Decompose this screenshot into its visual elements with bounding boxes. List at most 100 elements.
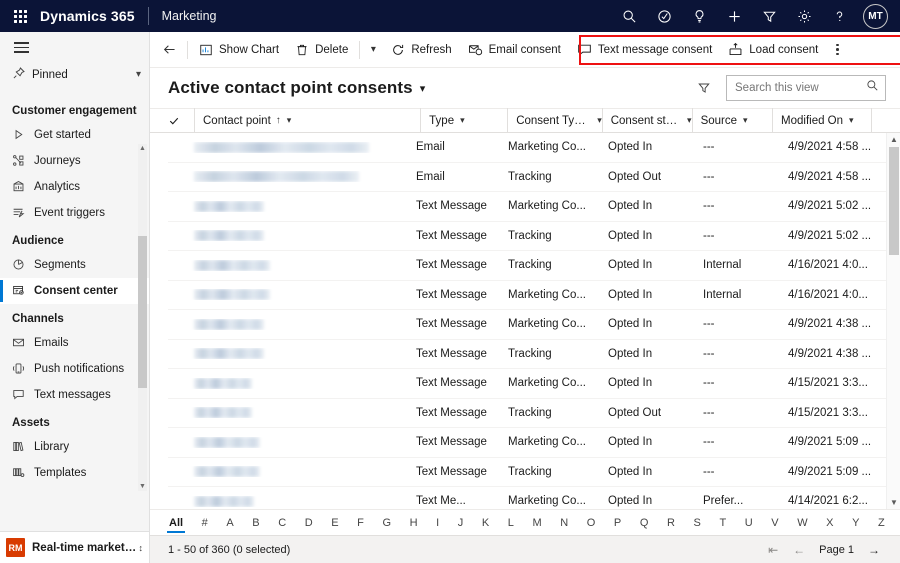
chevron-down-icon[interactable]: ▾ (743, 115, 748, 126)
sidebar-item-journeys[interactable]: Journeys (0, 148, 149, 174)
alpha-filter-k[interactable]: K (481, 514, 490, 532)
select-all-checkbox[interactable] (168, 115, 194, 127)
alpha-filter-u[interactable]: U (744, 514, 754, 532)
table-row[interactable]: Text Message Tracking Opted In --- 4/9/2021 … (168, 340, 900, 369)
gear-icon[interactable] (787, 0, 822, 32)
sidebar-pinned-section[interactable]: Pinned ▾ (0, 62, 149, 88)
scroll-up-icon[interactable]: ▲ (138, 144, 147, 153)
alpha-filter-w[interactable]: W (796, 514, 808, 532)
column-header-modified-on[interactable]: Modified On ▾ (772, 108, 871, 133)
table-row[interactable]: Text Message Marketing Co... Opted In --- 4/… (168, 428, 900, 458)
cell-contact-point[interactable] (168, 259, 408, 271)
grid-scrollbar-thumb[interactable] (889, 147, 899, 255)
sidebar-item-event-triggers[interactable]: Event triggers (0, 200, 149, 226)
first-page-button[interactable]: ⇤ (761, 539, 785, 561)
focus-assist-icon[interactable] (647, 0, 682, 32)
chevron-down-icon[interactable]: ▾ (420, 82, 426, 95)
alpha-filter-g[interactable]: G (381, 514, 392, 532)
new-icon[interactable] (717, 0, 752, 32)
brand-title[interactable]: Dynamics 365 (40, 8, 148, 24)
cell-contact-point[interactable] (168, 436, 408, 448)
funnel-icon[interactable] (752, 0, 787, 32)
help-icon[interactable] (822, 0, 857, 32)
cell-contact-point[interactable] (168, 466, 408, 478)
app-launcher-icon[interactable] (0, 9, 40, 23)
email-consent-button[interactable]: Email consent (460, 35, 569, 65)
table-row[interactable]: Text Message Tracking Opted In Internal 4/16… (168, 251, 900, 281)
sidebar-collapse-icon[interactable] (0, 32, 149, 62)
lightbulb-icon[interactable] (682, 0, 717, 32)
chevron-down-icon[interactable]: ▾ (849, 115, 854, 126)
column-header-source[interactable]: Source ▾ (691, 108, 772, 133)
more-commands-button[interactable] (826, 35, 848, 65)
scroll-down-icon[interactable]: ▼ (887, 496, 900, 509)
sidebar-item-push-notifications[interactable]: Push notifications (0, 356, 149, 382)
cell-contact-point[interactable] (168, 141, 408, 153)
table-row[interactable]: Text Message Marketing Co... Opted In --- 4/… (168, 310, 900, 340)
alpha-filter-r[interactable]: R (666, 514, 676, 532)
search-box[interactable] (726, 75, 886, 101)
search-icon[interactable] (612, 0, 647, 32)
previous-page-button[interactable]: ← (787, 539, 811, 561)
alpha-filter-j[interactable]: J (457, 514, 465, 532)
table-row[interactable]: Text Message Marketing Co... Opted In --- 4/… (168, 369, 900, 399)
alpha-filter-z[interactable]: Z (877, 514, 886, 532)
cell-contact-point[interactable] (168, 171, 408, 183)
alpha-filter-e[interactable]: E (330, 514, 339, 532)
table-row[interactable]: Text Message Marketing Co... Opted In Inter… (168, 281, 900, 310)
grid-vertical-scrollbar[interactable]: ▲ ▼ (886, 133, 900, 509)
table-row[interactable]: Text Message Tracking Opted Out --- 4/15/202… (168, 399, 900, 428)
sort-ascending-icon[interactable]: ↑ (276, 115, 281, 126)
alpha-filter-b[interactable]: B (251, 514, 260, 532)
search-icon[interactable] (866, 79, 879, 97)
alpha-filter-c[interactable]: C (277, 514, 287, 532)
sidebar-item-get-started[interactable]: Get started (0, 122, 149, 148)
back-button[interactable] (154, 35, 184, 65)
chevron-down-icon[interactable]: ▾ (363, 35, 383, 65)
table-row[interactable]: Email Tracking Opted Out --- 4/9/2021 4:58 .… (168, 163, 900, 192)
cell-contact-point[interactable] (168, 407, 408, 419)
alpha-filter-s[interactable]: S (693, 514, 702, 532)
column-header-contact-point[interactable]: Contact point ↑ ▾ (194, 108, 420, 133)
cell-contact-point[interactable] (168, 348, 408, 360)
table-row[interactable]: Text Message Tracking Opted In --- 4/9/2021 … (168, 458, 900, 487)
alpha-filter-f[interactable]: F (356, 514, 365, 532)
table-row[interactable]: Text Message Marketing Co... Opted In --- 4/… (168, 192, 900, 222)
next-page-button[interactable]: → (862, 539, 886, 561)
column-header-type[interactable]: Type ▾ (420, 108, 507, 133)
alpha-filter-m[interactable]: M (532, 514, 543, 532)
page-title[interactable]: Active contact point consents (168, 78, 413, 98)
column-header-consent-type-value[interactable]: Consent Type Va... ▾ (507, 108, 602, 133)
chevron-up-down-icon[interactable]: ↕ (139, 543, 144, 553)
cell-contact-point[interactable] (168, 318, 408, 330)
delete-button[interactable]: Delete (287, 35, 356, 65)
table-row[interactable]: Text Me... Marketing Co... Opted In Prefer.… (168, 487, 900, 509)
chevron-down-icon[interactable]: ▾ (136, 69, 141, 80)
cell-contact-point[interactable] (168, 495, 408, 507)
app-switcher[interactable]: RM Real-time marketi... ↕ (0, 531, 149, 563)
sidebar-item-analytics[interactable]: Analytics (0, 174, 149, 200)
filter-button[interactable] (690, 74, 718, 102)
sidebar-item-templates[interactable]: Templates (0, 460, 149, 486)
table-row[interactable]: Email Marketing Co... Opted In --- 4/9/2021 … (168, 133, 900, 163)
app-name-label[interactable]: Marketing (149, 9, 217, 23)
sidebar-item-segments[interactable]: Segments (0, 252, 149, 278)
sidebar-scrollbar[interactable]: ▲ ▼ (138, 143, 147, 491)
alpha-filter-q[interactable]: Q (639, 514, 650, 532)
alpha-filter-t[interactable]: T (718, 514, 727, 532)
sidebar-item-text-messages[interactable]: Text messages (0, 382, 149, 408)
alpha-filter-v[interactable]: V (770, 514, 779, 532)
sidebar-item-library[interactable]: Library (0, 434, 149, 460)
chevron-down-icon[interactable]: ▾ (287, 115, 292, 126)
refresh-button[interactable]: Refresh (383, 35, 459, 65)
cell-contact-point[interactable] (168, 230, 408, 242)
alpha-filter-hash[interactable]: # (201, 514, 209, 532)
alpha-filter-p[interactable]: P (613, 514, 622, 532)
alpha-filter-l[interactable]: L (507, 514, 515, 532)
alpha-filter-a[interactable]: A (225, 514, 234, 532)
alpha-filter-all[interactable]: All (166, 514, 186, 533)
alpha-filter-h[interactable]: H (409, 514, 419, 532)
cell-contact-point[interactable] (168, 289, 408, 301)
alpha-filter-y[interactable]: Y (851, 514, 860, 532)
cell-contact-point[interactable] (168, 377, 408, 389)
